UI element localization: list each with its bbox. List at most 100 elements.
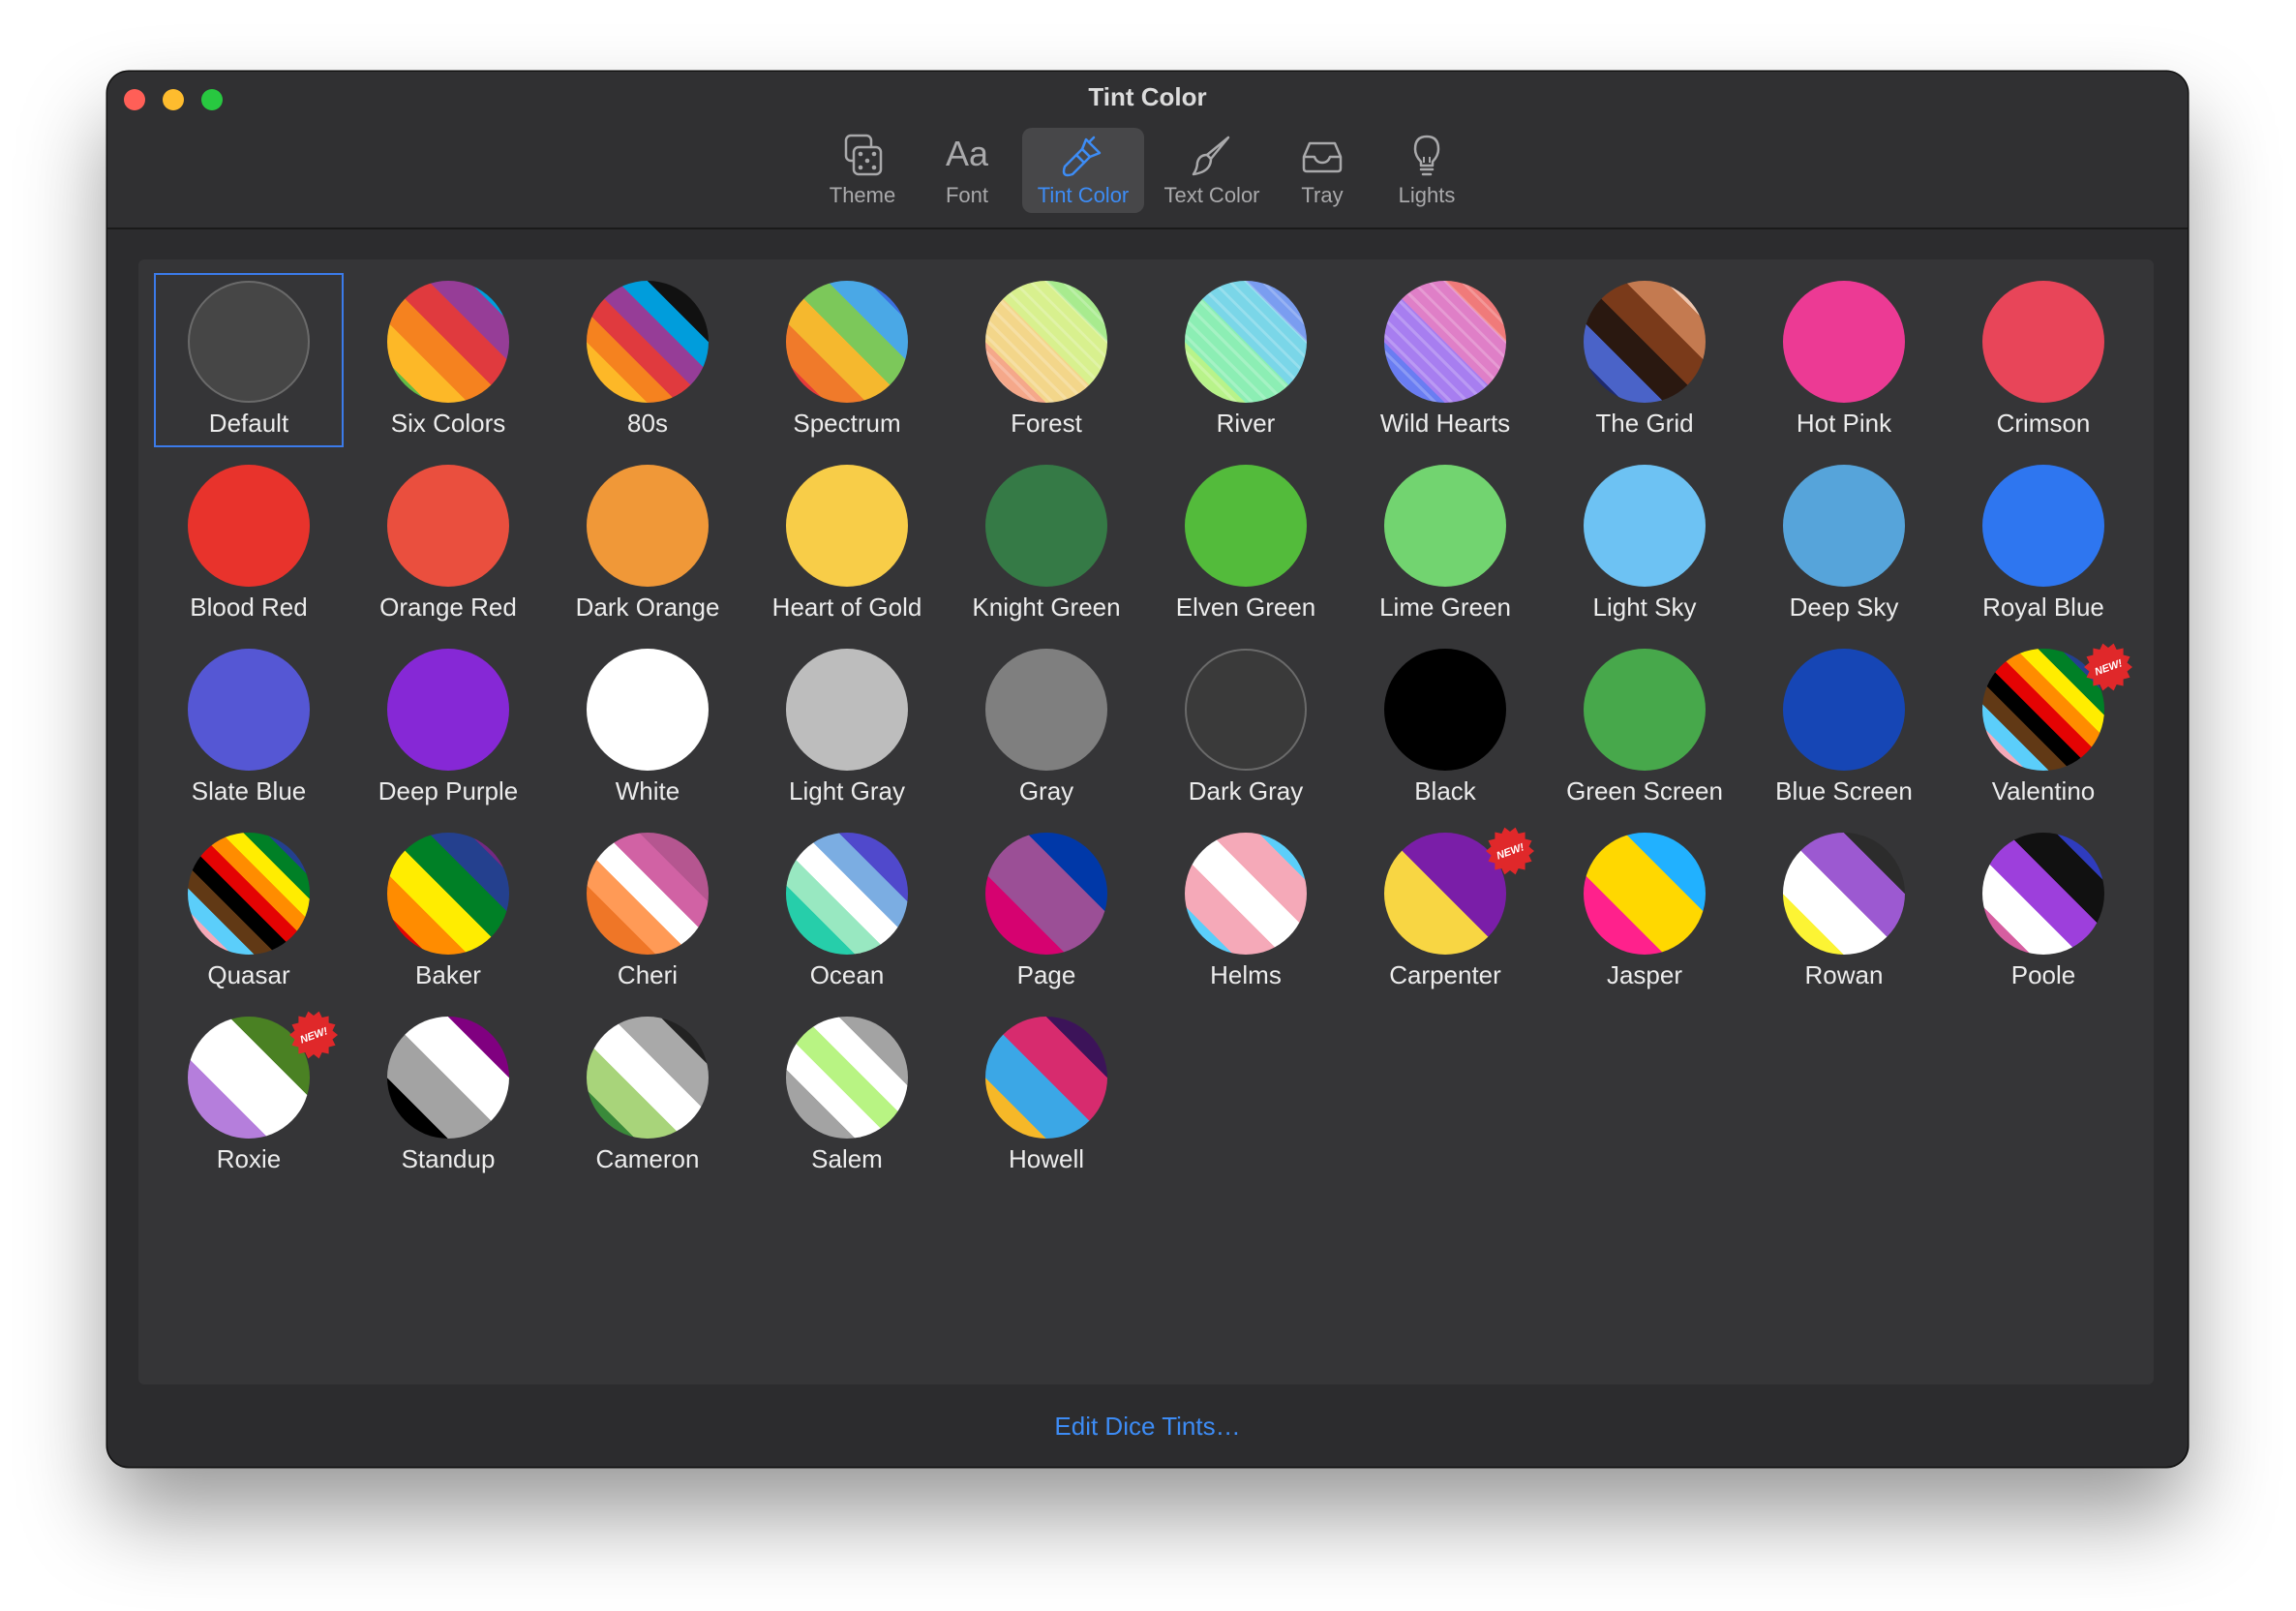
tint-label: Wild Hearts bbox=[1379, 409, 1511, 438]
tint-ocean[interactable]: Ocean bbox=[752, 825, 942, 999]
tint-swatch bbox=[1982, 833, 2104, 955]
tint-label: Light Gray bbox=[789, 776, 905, 806]
tint-swatch bbox=[1783, 281, 1905, 403]
tint-rowan[interactable]: Rowan bbox=[1749, 825, 1939, 999]
tint-swatch bbox=[1584, 465, 1706, 587]
tint-standup[interactable]: Standup bbox=[353, 1009, 543, 1183]
tint-slate-blue[interactable]: Slate Blue bbox=[154, 641, 344, 815]
tint-crimson[interactable]: Crimson bbox=[1949, 273, 2138, 447]
tint-jasper[interactable]: Jasper bbox=[1550, 825, 1739, 999]
tab-label: Theme bbox=[829, 183, 896, 207]
tint-the-grid[interactable]: The Grid bbox=[1550, 273, 1739, 447]
tint-label: Deep Purple bbox=[378, 776, 519, 806]
tint-label: Cameron bbox=[595, 1144, 700, 1173]
tint-swatch bbox=[786, 281, 908, 403]
tint-black[interactable]: Black bbox=[1350, 641, 1540, 815]
tint-label: Jasper bbox=[1606, 960, 1683, 989]
tint-spectrum[interactable]: Spectrum bbox=[752, 273, 942, 447]
tint-swatch bbox=[587, 281, 709, 403]
tint-label: Crimson bbox=[1996, 409, 2091, 438]
tint-river[interactable]: River bbox=[1151, 273, 1341, 447]
tint-salem[interactable]: Salem bbox=[752, 1009, 942, 1183]
tint-carpenter[interactable]: Carpenter NEW! bbox=[1350, 825, 1540, 999]
tint-swatch bbox=[985, 1017, 1107, 1139]
tint-wild-hearts[interactable]: Wild Hearts bbox=[1350, 273, 1540, 447]
tint-gray[interactable]: Gray bbox=[952, 641, 1141, 815]
preferences-window: Tint Color Theme Aa Font Tint Color Text… bbox=[107, 72, 2188, 1467]
tint-swatch bbox=[985, 281, 1107, 403]
tint-label: Heart of Gold bbox=[771, 593, 922, 622]
tint-swatch bbox=[1584, 649, 1706, 771]
tint-royal-blue[interactable]: Royal Blue bbox=[1949, 457, 2138, 631]
tab-tint-color[interactable]: Tint Color bbox=[1022, 128, 1144, 213]
tint-green-screen[interactable]: Green Screen bbox=[1550, 641, 1739, 815]
tint-heart-of-gold[interactable]: Heart of Gold bbox=[752, 457, 942, 631]
tint-swatch bbox=[1185, 833, 1307, 955]
tint-label: Forest bbox=[1011, 409, 1082, 438]
tint-label: Cheri bbox=[617, 960, 679, 989]
tint-80s[interactable]: 80s bbox=[553, 273, 742, 447]
tint-knight-green[interactable]: Knight Green bbox=[952, 457, 1141, 631]
tint-label: 80s bbox=[627, 409, 668, 438]
tint-label: Dark Orange bbox=[575, 593, 720, 622]
tint-label: Hot Pink bbox=[1796, 409, 1892, 438]
tint-swatch bbox=[1982, 281, 2104, 403]
tint-baker[interactable]: Baker bbox=[353, 825, 543, 999]
tint-roxie[interactable]: Roxie NEW! bbox=[154, 1009, 344, 1183]
tint-swatch bbox=[188, 281, 310, 403]
tint-cheri[interactable]: Cheri bbox=[553, 825, 742, 999]
tint-six-colors[interactable]: Six Colors bbox=[353, 273, 543, 447]
tint-swatch bbox=[387, 465, 509, 587]
tab-theme[interactable]: Theme bbox=[814, 128, 911, 213]
tab-label: Tray bbox=[1301, 183, 1344, 207]
tint-swatch bbox=[1185, 649, 1307, 771]
tint-label: Orange Red bbox=[379, 593, 517, 622]
edit-dice-tints-link[interactable]: Edit Dice Tints… bbox=[107, 1412, 2188, 1442]
tint-white[interactable]: White bbox=[553, 641, 742, 815]
tint-orange-red[interactable]: Orange Red bbox=[353, 457, 543, 631]
tint-elven-green[interactable]: Elven Green bbox=[1151, 457, 1341, 631]
tint-swatch bbox=[1384, 465, 1506, 587]
tint-forest[interactable]: Forest bbox=[952, 273, 1141, 447]
tint-cameron[interactable]: Cameron bbox=[553, 1009, 742, 1183]
tint-deep-purple[interactable]: Deep Purple bbox=[353, 641, 543, 815]
tab-lights[interactable]: Lights bbox=[1383, 128, 1470, 213]
tint-poole[interactable]: Poole bbox=[1949, 825, 2138, 999]
tint-label: Royal Blue bbox=[1982, 593, 2104, 622]
tab-tray[interactable]: Tray bbox=[1281, 128, 1364, 213]
tint-dark-gray[interactable]: Dark Gray bbox=[1151, 641, 1341, 815]
tint-label: Page bbox=[1016, 960, 1076, 989]
tint-page[interactable]: Page bbox=[952, 825, 1141, 999]
tint-swatch bbox=[387, 649, 509, 771]
tab-text-color[interactable]: Text Color bbox=[1154, 128, 1270, 213]
new-badge: NEW! bbox=[1486, 827, 1534, 875]
tint-label: Lime Green bbox=[1379, 593, 1511, 622]
tray-icon bbox=[1302, 141, 1343, 173]
tint-howell[interactable]: Howell bbox=[952, 1009, 1141, 1183]
tint-label: Rowan bbox=[1804, 960, 1884, 989]
tint-label: Ocean bbox=[809, 960, 885, 989]
tint-label: Slate Blue bbox=[191, 776, 307, 806]
tab-label: Tint Color bbox=[1037, 183, 1130, 207]
tint-light-gray[interactable]: Light Gray bbox=[752, 641, 942, 815]
tint-blood-red[interactable]: Blood Red bbox=[154, 457, 344, 631]
tint-helms[interactable]: Helms bbox=[1151, 825, 1341, 999]
tint-deep-sky[interactable]: Deep Sky bbox=[1749, 457, 1939, 631]
tint-lime-green[interactable]: Lime Green bbox=[1350, 457, 1540, 631]
tint-label: Spectrum bbox=[793, 409, 901, 438]
tint-blue-screen[interactable]: Blue Screen bbox=[1749, 641, 1939, 815]
tint-grid: Default Six Colors 80s Spectrum Forest River W… bbox=[138, 259, 2154, 1384]
tint-hot-pink[interactable]: Hot Pink bbox=[1749, 273, 1939, 447]
tint-swatch bbox=[1384, 649, 1506, 771]
tint-valentino[interactable]: Valentino NEW! bbox=[1949, 641, 2138, 815]
tint-quasar[interactable]: Quasar bbox=[154, 825, 344, 999]
tint-label: Standup bbox=[401, 1144, 496, 1173]
tint-swatch bbox=[786, 465, 908, 587]
tab-font[interactable]: Aa Font bbox=[925, 128, 1009, 213]
tint-default[interactable]: Default bbox=[154, 273, 344, 447]
tint-dark-orange[interactable]: Dark Orange bbox=[553, 457, 742, 631]
tint-swatch bbox=[786, 649, 908, 771]
tint-label: Gray bbox=[1018, 776, 1074, 806]
tint-label: Elven Green bbox=[1175, 593, 1316, 622]
tint-light-sky[interactable]: Light Sky bbox=[1550, 457, 1739, 631]
